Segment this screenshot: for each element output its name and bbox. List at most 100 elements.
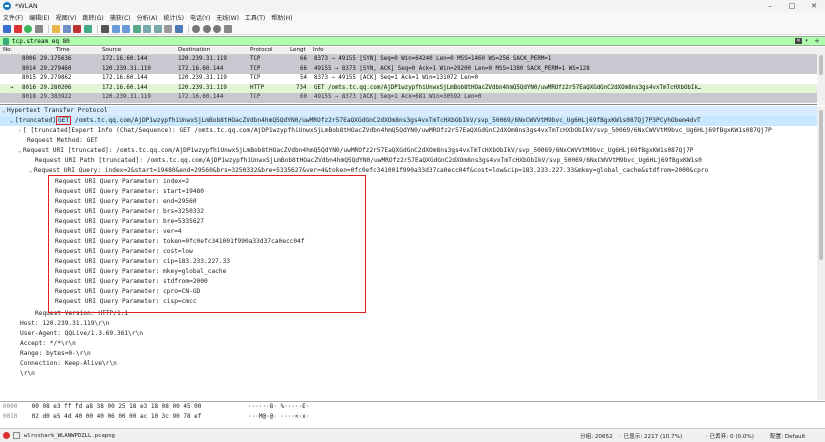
- minimize-button[interactable]: –: [759, 0, 781, 12]
- stop-capture-icon[interactable]: [13, 24, 22, 33]
- query-parameter[interactable]: Request URI Query Parameter: mkey=global…: [55, 267, 817, 277]
- menu-help[interactable]: 帮助(H): [271, 13, 292, 22]
- col-header-protocol[interactable]: Protocol: [250, 47, 273, 53]
- col-header-length[interactable]: Lengt: [290, 47, 306, 53]
- query-parameter[interactable]: Request URI Query Parameter: cpro=CN-GD: [55, 287, 817, 297]
- tree-item-expert-info[interactable]: ›[ [truncated]Expert Info (Chat/Sequence…: [0, 126, 817, 136]
- open-file-icon[interactable]: [52, 24, 60, 33]
- packet-row[interactable]: 8015 29.279862 172.16.60.144 120.239.31.…: [0, 74, 825, 84]
- zoom-in-icon[interactable]: [192, 24, 200, 33]
- autoscroll-icon[interactable]: [164, 24, 172, 33]
- restart-capture-icon[interactable]: [24, 24, 32, 33]
- packet-row[interactable]: 8018 29.383922 120.239.31.119 172.16.60.…: [0, 93, 825, 103]
- col-header-time[interactable]: Time: [56, 47, 70, 53]
- reload-icon[interactable]: [83, 24, 92, 33]
- query-parameter[interactable]: Request URI Query Parameter: brs=3250332: [55, 207, 817, 217]
- capture-comment-icon[interactable]: [13, 432, 20, 439]
- save-file-icon[interactable]: [62, 24, 71, 33]
- close-button[interactable]: ✕: [803, 0, 825, 12]
- packet-list-scrollbar[interactable]: [817, 47, 825, 105]
- query-parameter[interactable]: Request URI Query Parameter: cisp=cmcc: [55, 297, 817, 307]
- menu-analyze[interactable]: 分析(A): [137, 13, 158, 22]
- go-to-packet-icon[interactable]: [132, 24, 141, 33]
- packet-info: 49155 → 8373 [SYN, ACK] Seq=0 Ack=1 Win=…: [314, 65, 590, 72]
- details-scroll-thumb[interactable]: [819, 110, 823, 260]
- query-parameter[interactable]: Request URI Query Parameter: start=19480: [55, 187, 817, 197]
- col-header-destination[interactable]: Destination: [178, 47, 210, 53]
- menu-view[interactable]: 视图(V): [56, 13, 77, 22]
- query-parameter[interactable]: Request URI Query Parameter: end=29560: [55, 197, 817, 207]
- maximize-button[interactable]: □: [781, 0, 803, 12]
- query-parameter[interactable]: Request URI Query Parameter: bre=5335627: [55, 217, 817, 227]
- tree-item-request-uri[interactable]: ⌄ Request URI [truncated]: /omts.tc.qq.co…: [0, 146, 817, 156]
- add-filter-button[interactable]: +: [813, 37, 821, 45]
- expert-info-status-icon[interactable]: [3, 432, 10, 439]
- query-parameter[interactable]: Request URI Query Parameter: cost=low: [55, 247, 817, 257]
- tree-item-range[interactable]: Range: bytes=0-\r\n: [0, 349, 817, 359]
- menu-telephony[interactable]: 电话(Y): [190, 13, 210, 22]
- tree-item-request-line[interactable]: ⌄ [truncated] GET /omts.tc.qq.com/AjDP1wzy…: [0, 116, 817, 126]
- collapse-arrow-icon[interactable]: ⌄: [16, 146, 23, 156]
- collapse-arrow-icon[interactable]: ⌄: [0, 106, 7, 116]
- first-packet-icon[interactable]: [143, 24, 151, 33]
- clear-filter-icon[interactable]: ✕: [795, 38, 802, 44]
- packet-row[interactable]: 8006 29.175636 172.16.60.144 120.239.31.…: [0, 55, 825, 65]
- col-header-no[interactable]: No.: [3, 47, 12, 53]
- zoom-out-icon[interactable]: [202, 24, 211, 33]
- menu-wireless[interactable]: 无线(W): [216, 13, 239, 22]
- find-packet-icon[interactable]: [101, 24, 109, 33]
- go-forward-icon[interactable]: [122, 24, 130, 33]
- packet-length: 60: [300, 94, 307, 100]
- col-header-source[interactable]: Source: [102, 47, 121, 53]
- tree-item-user-agent[interactable]: User-Agent: QQLive/1.3.69.361\r\n: [0, 329, 817, 339]
- details-scrollbar[interactable]: [817, 106, 825, 400]
- collapse-arrow-icon[interactable]: ⌄: [27, 166, 34, 176]
- packet-info: 8373 → 49155 [ACK] Seq=1 Ack=1 Win=13107…: [314, 75, 479, 81]
- tree-item-host[interactable]: Host: 120.239.31.119\r\n: [0, 319, 817, 329]
- display-filter-input[interactable]: [9, 36, 769, 46]
- menu-go[interactable]: 跳转(G): [82, 13, 103, 22]
- menu-capture[interactable]: 捕获(C): [110, 13, 131, 22]
- status-bar: wlroshark_WLANWPDZLL.pcapng 分组: 20652 · …: [0, 428, 825, 442]
- query-parameter[interactable]: Request URI Query Parameter: ver=4: [55, 227, 817, 237]
- packet-destination: 120.239.31.119: [178, 84, 227, 91]
- start-capture-icon[interactable]: [3, 24, 11, 33]
- go-back-icon[interactable]: [111, 24, 120, 33]
- tree-item-accept[interactable]: Accept: */*\r\n: [0, 339, 817, 349]
- tree-item-request-version[interactable]: Request Version: HTTP/1.1: [0, 309, 817, 319]
- collapse-arrow-icon[interactable]: ⌄: [8, 116, 15, 126]
- menu-file[interactable]: 文件(F): [3, 13, 23, 22]
- packet-no: 8018: [22, 94, 36, 100]
- query-parameter[interactable]: Request URI Query Parameter: cip=183.233…: [55, 257, 817, 267]
- tree-item-request-uri-path[interactable]: Request URI Path [truncated]: /omts.tc.q…: [0, 156, 817, 166]
- menu-edit[interactable]: 编辑(E): [29, 13, 49, 22]
- bytes-row[interactable]: 0010 02 d0 e5 4d 40 00 40 06 00 00 ac 10…: [0, 412, 825, 422]
- status-profile[interactable]: 配置: Default: [770, 432, 805, 440]
- last-packet-icon[interactable]: [153, 24, 162, 33]
- close-file-icon[interactable]: [73, 24, 81, 33]
- normal-size-icon[interactable]: [213, 24, 221, 33]
- window-title: *WLAN: [15, 2, 38, 10]
- menu-statistics[interactable]: 统计(S): [163, 13, 184, 22]
- packet-row[interactable]: 8014 29.279460 120.239.31.119 172.16.60.…: [0, 64, 825, 74]
- menu-tools[interactable]: 工具(T): [245, 13, 265, 22]
- colorize-icon[interactable]: [174, 24, 183, 33]
- filter-history-dropdown-icon[interactable]: ▾: [803, 38, 810, 44]
- packet-time: 29.280206: [40, 84, 72, 91]
- query-parameter[interactable]: Request URI Query Parameter: index=2: [55, 177, 817, 187]
- resize-columns-icon[interactable]: [223, 24, 232, 33]
- query-parameter[interactable]: Request URI Query Parameter: stdfrom=200…: [55, 277, 817, 287]
- tree-item-request-uri-query[interactable]: ⌄ Request URI Query: index=2&start=19480&…: [0, 166, 817, 176]
- packet-row-selected[interactable]: ➔ 8016 29.280206 172.16.60.144 120.239.3…: [0, 83, 825, 93]
- capture-options-icon[interactable]: [34, 24, 43, 33]
- query-parameter[interactable]: Request URI Query Parameter: token=0fc0e…: [55, 237, 817, 247]
- col-header-info[interactable]: Info: [313, 47, 324, 53]
- expand-arrow-icon[interactable]: ›: [16, 126, 23, 136]
- tree-item-connection[interactable]: Connection: Keep-Alive\r\n: [0, 359, 817, 369]
- tree-item-crlf[interactable]: \r\n: [0, 369, 817, 379]
- tree-item-request-method[interactable]: Request Method: GET: [0, 136, 817, 146]
- packet-no: 8015: [22, 75, 36, 81]
- bytes-row[interactable]: 0000 00 08 e3 ff fd a8 38 00 25 18 e3 18…: [0, 402, 825, 412]
- packet-list-scroll-thumb[interactable]: [819, 55, 823, 75]
- tree-item-http[interactable]: ⌄ Hypertext Transfer Protocol: [0, 106, 817, 116]
